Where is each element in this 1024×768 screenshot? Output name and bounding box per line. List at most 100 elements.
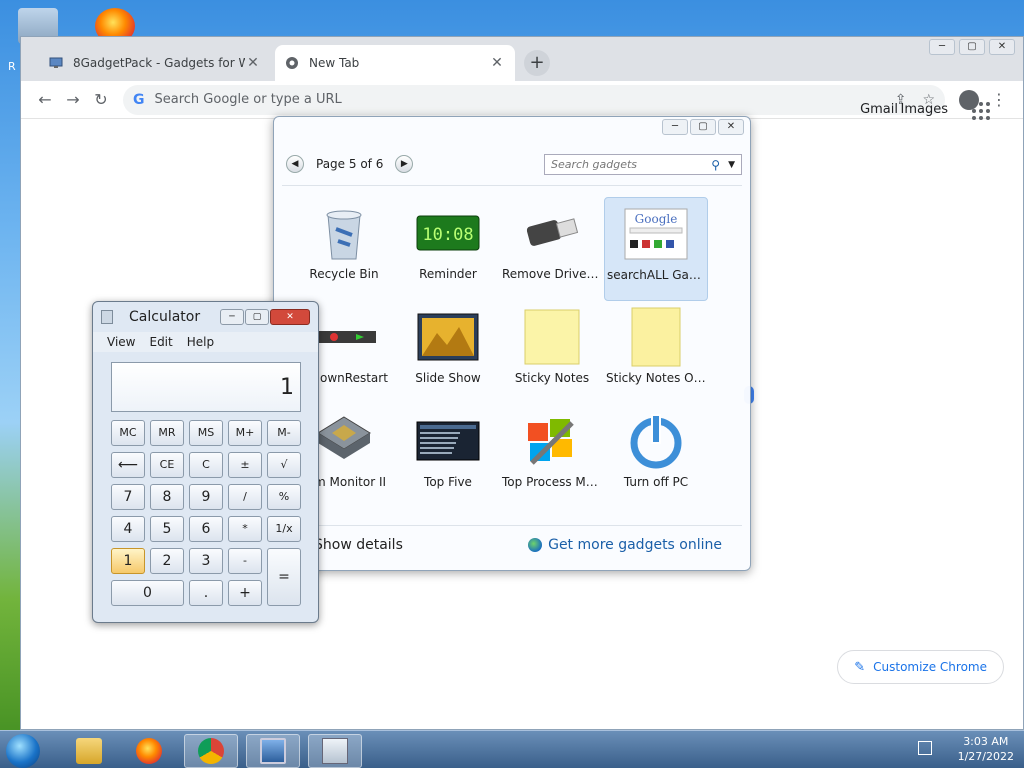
- clock-date: 1/27/2022: [957, 750, 1014, 763]
- show-details-toggle[interactable]: Show details: [314, 537, 403, 553]
- taskbar-gadgets[interactable]: [246, 734, 300, 768]
- calculator-icon: [322, 738, 348, 764]
- menu-view[interactable]: View: [107, 335, 135, 349]
- slideshow-icon: [416, 307, 480, 367]
- minimize-button[interactable]: ─: [662, 119, 688, 135]
- close-tab-icon[interactable]: ✕: [245, 55, 261, 71]
- digit-1-button[interactable]: 1: [111, 548, 145, 574]
- decimal-button[interactable]: .: [189, 580, 223, 606]
- new-tab-button[interactable]: +: [524, 50, 550, 76]
- gadgets-gallery-window: ─ ▢ ✕ ◀ Page 5 of 6 ▶ Search gadgets ⚲ ▼…: [273, 116, 751, 571]
- system-clock[interactable]: 3:03 AM 1/27/2022: [958, 734, 1014, 764]
- digit-6-button[interactable]: 6: [189, 516, 223, 542]
- next-page-icon[interactable]: ▶: [395, 155, 414, 173]
- recycle-bin-icon: [312, 203, 376, 263]
- tab-new-tab[interactable]: New Tab ✕: [275, 45, 515, 81]
- tab-8gadgetpack[interactable]: 8GadgetPack - Gadgets for Wind ✕: [39, 45, 271, 81]
- customize-chrome-button[interactable]: ✎ Customize Chrome: [837, 650, 1004, 684]
- power-icon: [624, 411, 688, 471]
- gadget-item[interactable]: Top Process Mo...: [500, 405, 604, 509]
- taskbar-calculator[interactable]: [308, 734, 362, 768]
- ms-button[interactable]: MS: [189, 420, 223, 446]
- gadget-item[interactable]: Sticky Notes On...: [604, 301, 708, 405]
- page-navigator: ◀ Page 5 of 6 ▶: [286, 155, 414, 173]
- digit-5-button[interactable]: 5: [150, 516, 184, 542]
- mc-button[interactable]: MC: [111, 420, 145, 446]
- negate-button[interactable]: ±: [228, 452, 262, 478]
- get-more-gadgets-link[interactable]: Get more gadgets online: [528, 537, 722, 553]
- minimize-button[interactable]: ─: [220, 309, 244, 325]
- digit-0-button[interactable]: 0: [111, 580, 184, 606]
- gadget-label: Top Five: [424, 475, 472, 489]
- taskbar: 3:03 AM 1/27/2022: [0, 730, 1024, 768]
- monitor-icon: [260, 738, 286, 764]
- menu-help[interactable]: Help: [187, 335, 214, 349]
- taskbar-explorer[interactable]: [62, 734, 116, 768]
- apps-grid-icon[interactable]: [972, 102, 990, 120]
- close-button[interactable]: ✕: [989, 39, 1015, 55]
- percent-button[interactable]: %: [267, 484, 301, 510]
- chevron-down-icon[interactable]: ▼: [728, 160, 735, 170]
- maximize-button[interactable]: ▢: [245, 309, 269, 325]
- tab-title: New Tab: [309, 56, 360, 70]
- gadget-item[interactable]: Sticky Notes: [500, 301, 604, 405]
- gadget-label: Turn off PC: [623, 475, 689, 489]
- omnibox[interactable]: G Search Google or type a URL ⇪ ☆: [123, 84, 945, 115]
- equals-button[interactable]: =: [267, 548, 301, 606]
- gadget-item[interactable]: Turn off PC: [604, 405, 708, 509]
- reload-icon[interactable]: ↻: [87, 86, 115, 114]
- gadget-label: searchALL Gadg...: [607, 268, 707, 282]
- multiply-button[interactable]: *: [228, 516, 262, 542]
- get-more-label: Get more gadgets online: [548, 537, 722, 553]
- digit-9-button[interactable]: 9: [189, 484, 223, 510]
- forward-icon[interactable]: →: [59, 86, 87, 114]
- network-icon[interactable]: [918, 741, 932, 755]
- monitor-icon: [49, 56, 63, 70]
- shutdown-icon: [312, 307, 376, 367]
- minimize-button[interactable]: ─: [929, 39, 955, 55]
- google-search-icon: Google: [624, 204, 688, 264]
- prev-page-icon[interactable]: ◀: [286, 155, 304, 173]
- gmail-link[interactable]: Gmail: [860, 102, 898, 117]
- omnibox-input[interactable]: Search Google or type a URL: [155, 92, 879, 107]
- gadget-search-input[interactable]: Search gadgets ⚲ ▼: [544, 154, 742, 175]
- gadget-item[interactable]: 10:08 Reminder: [396, 197, 500, 301]
- gadget-item[interactable]: Google searchALL Gadg...: [604, 197, 708, 301]
- gadget-item[interactable]: Top Five: [396, 405, 500, 509]
- digit-4-button[interactable]: 4: [111, 516, 145, 542]
- digit-8-button[interactable]: 8: [150, 484, 184, 510]
- sqrt-button[interactable]: √: [267, 452, 301, 478]
- digit-7-button[interactable]: 7: [111, 484, 145, 510]
- subtract-button[interactable]: -: [228, 548, 262, 574]
- calculator-titlebar[interactable]: Calculator ─ ▢ ✕: [93, 302, 318, 332]
- chrome-icon: [285, 56, 299, 70]
- clear-button[interactable]: C: [189, 452, 223, 478]
- start-button[interactable]: [6, 734, 40, 768]
- images-link[interactable]: Images: [901, 102, 949, 117]
- add-button[interactable]: +: [228, 580, 262, 606]
- gadget-item[interactable]: Remove Drive S...: [500, 197, 604, 301]
- back-icon[interactable]: ←: [31, 86, 59, 114]
- tab-strip: 8GadgetPack - Gadgets for Wind ✕ New Tab…: [21, 37, 1023, 81]
- gadget-item[interactable]: Slide Show: [396, 301, 500, 405]
- taskbar-firefox[interactable]: [122, 734, 176, 768]
- close-button[interactable]: ✕: [718, 119, 744, 135]
- m-minus-button[interactable]: M-: [267, 420, 301, 446]
- mr-button[interactable]: MR: [150, 420, 184, 446]
- m-plus-button[interactable]: M+: [228, 420, 262, 446]
- digit-3-button[interactable]: 3: [189, 548, 223, 574]
- digit-2-button[interactable]: 2: [150, 548, 184, 574]
- clear-entry-button[interactable]: CE: [150, 452, 184, 478]
- search-icon[interactable]: ⚲: [711, 158, 720, 172]
- reciprocal-button[interactable]: 1/x: [267, 516, 301, 542]
- close-button[interactable]: ✕: [270, 309, 310, 325]
- taskbar-chrome[interactable]: [184, 734, 238, 768]
- close-tab-icon[interactable]: ✕: [489, 55, 505, 71]
- svg-text:Google: Google: [635, 212, 678, 226]
- menu-edit[interactable]: Edit: [149, 335, 172, 349]
- maximize-button[interactable]: ▢: [959, 39, 985, 55]
- gadget-item[interactable]: Recycle Bin: [292, 197, 396, 301]
- divide-button[interactable]: /: [228, 484, 262, 510]
- maximize-button[interactable]: ▢: [690, 119, 716, 135]
- backspace-button[interactable]: ⟵: [111, 452, 145, 478]
